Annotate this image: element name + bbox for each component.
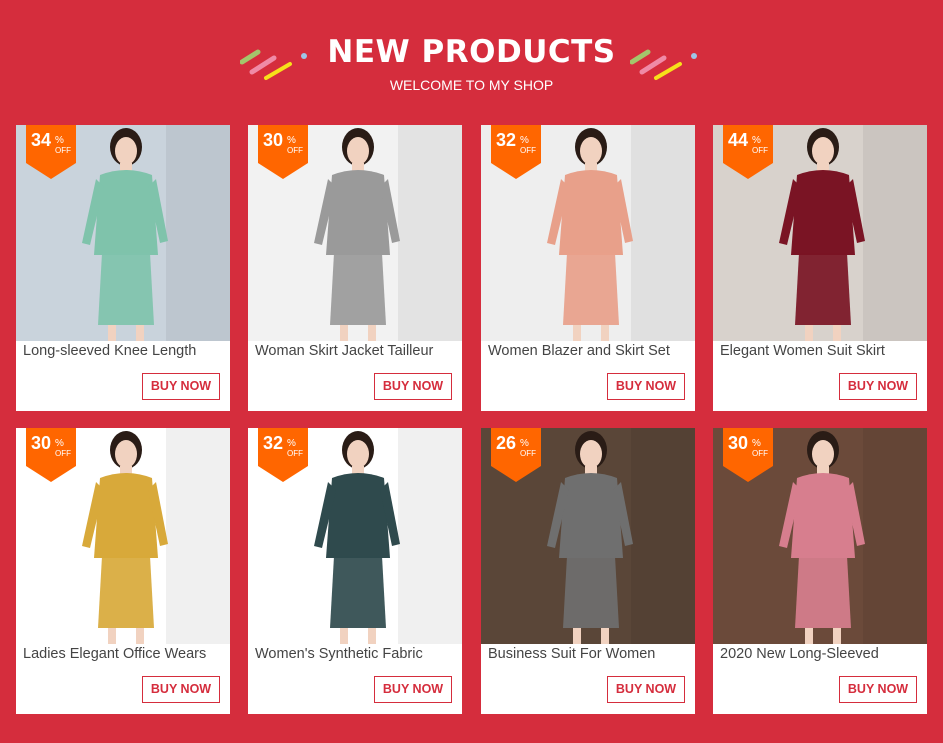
- product-card[interactable]: 30% OFF Ladies Elegant Office Wears BUY NOW: [16, 428, 230, 714]
- page-title: NEW PRODUCTS: [327, 34, 616, 70]
- discount-badge: 32% OFF: [258, 428, 308, 482]
- discount-badge: 34% OFF: [26, 125, 76, 179]
- product-card[interactable]: 26% OFF Business Suit For Women BUY NOW: [481, 428, 695, 714]
- discount-percent-sign: %: [55, 135, 64, 146]
- discount-value: 30: [728, 433, 749, 453]
- discount-percent-sign: %: [287, 438, 296, 449]
- product-name[interactable]: Woman Skirt Jacket Tailleur: [255, 343, 460, 359]
- discount-value: 44: [728, 130, 749, 150]
- product-card[interactable]: 32% OFF Women Blazer and Skirt Set BUY NOW: [481, 125, 695, 411]
- discount-badge: 30% OFF: [723, 428, 773, 482]
- discount-off-label: OFF: [520, 449, 536, 458]
- product-card[interactable]: 32% OFF Women's Synthetic Fabric BUY NOW: [248, 428, 462, 714]
- buy-now-button[interactable]: BUY NOW: [374, 373, 452, 400]
- product-name[interactable]: 2020 New Long-Sleeved: [720, 646, 925, 662]
- page-subtitle: WELCOME TO MY SHOP: [389, 77, 554, 93]
- product-name[interactable]: Women's Synthetic Fabric: [255, 646, 460, 662]
- discount-value: 30: [31, 433, 52, 453]
- buy-now-button[interactable]: BUY NOW: [142, 676, 220, 703]
- discount-off-label: OFF: [520, 146, 536, 155]
- discount-percent-sign: %: [752, 135, 761, 146]
- product-card[interactable]: 30% OFF Woman Skirt Jacket Tailleur BUY NOW: [248, 125, 462, 411]
- decoration-stripes-right: [630, 49, 697, 80]
- discount-value: 34: [31, 130, 52, 150]
- buy-now-button[interactable]: BUY NOW: [607, 676, 685, 703]
- discount-off-label: OFF: [287, 146, 303, 155]
- discount-percent-sign: %: [752, 438, 761, 449]
- discount-value: 32: [263, 433, 284, 453]
- product-name[interactable]: Elegant Women Suit Skirt: [720, 343, 925, 359]
- product-name[interactable]: Business Suit For Women: [488, 646, 693, 662]
- product-card[interactable]: 30% OFF 2020 New Long-Sleeved BUY NOW: [713, 428, 927, 714]
- discount-badge: 32% OFF: [491, 125, 541, 179]
- discount-value: 30: [263, 130, 284, 150]
- product-card[interactable]: 34% OFF Long-sleeved Knee Length BUY NOW: [16, 125, 230, 411]
- buy-now-button[interactable]: BUY NOW: [607, 373, 685, 400]
- discount-off-label: OFF: [752, 449, 768, 458]
- discount-badge: 30% OFF: [26, 428, 76, 482]
- discount-off-label: OFF: [55, 449, 71, 458]
- buy-now-button[interactable]: BUY NOW: [374, 676, 452, 703]
- discount-badge: 44% OFF: [723, 125, 773, 179]
- buy-now-button[interactable]: BUY NOW: [839, 676, 917, 703]
- discount-badge: 26% OFF: [491, 428, 541, 482]
- buy-now-button[interactable]: BUY NOW: [142, 373, 220, 400]
- discount-off-label: OFF: [287, 449, 303, 458]
- product-card[interactable]: 44% OFF Elegant Women Suit Skirt BUY NOW: [713, 125, 927, 411]
- product-name[interactable]: Women Blazer and Skirt Set: [488, 343, 693, 359]
- discount-off-label: OFF: [55, 146, 71, 155]
- discount-percent-sign: %: [520, 438, 529, 449]
- buy-now-button[interactable]: BUY NOW: [839, 373, 917, 400]
- product-name[interactable]: Long-sleeved Knee Length: [23, 343, 228, 359]
- discount-value: 32: [496, 130, 517, 150]
- page-header: NEW PRODUCTS WELCOME TO MY SHOP: [0, 0, 943, 120]
- discount-percent-sign: %: [55, 438, 64, 449]
- product-name[interactable]: Ladies Elegant Office Wears: [23, 646, 228, 662]
- discount-value: 26: [496, 433, 517, 453]
- discount-percent-sign: %: [287, 135, 296, 146]
- discount-percent-sign: %: [520, 135, 529, 146]
- discount-off-label: OFF: [752, 146, 768, 155]
- discount-badge: 30% OFF: [258, 125, 308, 179]
